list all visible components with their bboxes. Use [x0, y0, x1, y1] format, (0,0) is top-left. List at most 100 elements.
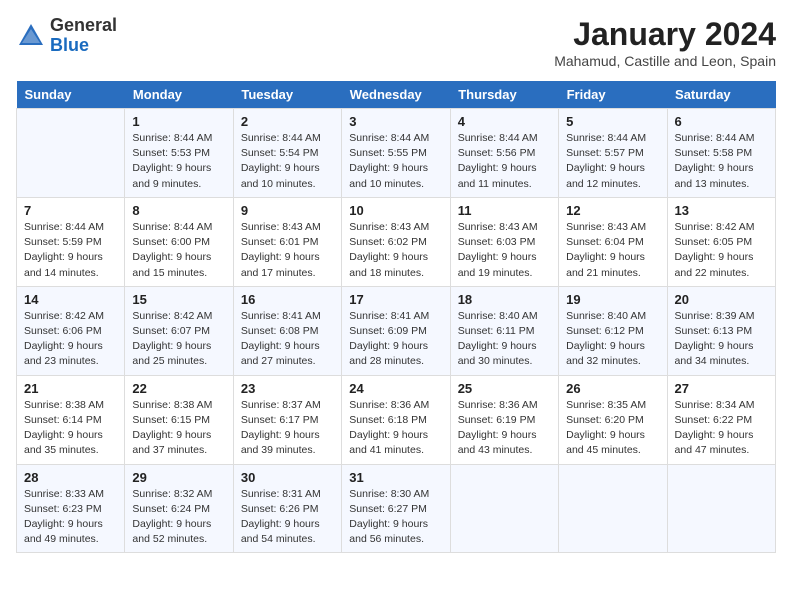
- cell-info: Sunrise: 8:33 AMSunset: 6:23 PMDaylight:…: [24, 488, 104, 546]
- calendar-cell: 7 Sunrise: 8:44 AMSunset: 5:59 PMDaylight…: [17, 197, 125, 286]
- day-number: 20: [675, 292, 768, 307]
- calendar-cell: 24 Sunrise: 8:36 AMSunset: 6:18 PMDayligh…: [342, 375, 450, 464]
- cell-info: Sunrise: 8:44 AMSunset: 5:59 PMDaylight:…: [24, 221, 104, 279]
- cell-info: Sunrise: 8:43 AMSunset: 6:02 PMDaylight:…: [349, 221, 429, 279]
- day-number: 28: [24, 470, 117, 485]
- cell-info: Sunrise: 8:44 AMSunset: 5:54 PMDaylight:…: [241, 132, 321, 190]
- calendar-cell: 1 Sunrise: 8:44 AMSunset: 5:53 PMDaylight…: [125, 109, 233, 198]
- day-number: 18: [458, 292, 551, 307]
- logo-text: General Blue: [50, 16, 117, 56]
- calendar-cell: 14 Sunrise: 8:42 AMSunset: 6:06 PMDayligh…: [17, 286, 125, 375]
- calendar-week-5: 28 Sunrise: 8:33 AMSunset: 6:23 PMDayligh…: [17, 464, 776, 553]
- calendar-cell: 15Sunrise: 8:42 AMSunset: 6:07 PMDayligh…: [125, 286, 233, 375]
- cell-info: Sunrise: 8:36 AMSunset: 6:18 PMDaylight:…: [349, 399, 429, 457]
- day-number: 25: [458, 381, 551, 396]
- calendar-cell: 20Sunrise: 8:39 AMSunset: 6:13 PMDayligh…: [667, 286, 775, 375]
- location: Mahamud, Castille and Leon, Spain: [554, 53, 776, 69]
- calendar-cell: 9Sunrise: 8:43 AMSunset: 6:01 PMDaylight…: [233, 197, 341, 286]
- cell-info: Sunrise: 8:40 AMSunset: 6:11 PMDaylight:…: [458, 310, 538, 368]
- day-number: 5: [566, 114, 659, 129]
- day-number: 13: [675, 203, 768, 218]
- calendar-header-row: SundayMondayTuesdayWednesdayThursdayFrid…: [17, 81, 776, 109]
- cell-info: Sunrise: 8:40 AMSunset: 6:12 PMDaylight:…: [566, 310, 646, 368]
- day-number: 16: [241, 292, 334, 307]
- calendar-cell: 22Sunrise: 8:38 AMSunset: 6:15 PMDayligh…: [125, 375, 233, 464]
- cell-info: Sunrise: 8:43 AMSunset: 6:04 PMDaylight:…: [566, 221, 646, 279]
- logo: General Blue: [16, 16, 117, 56]
- day-number: 23: [241, 381, 334, 396]
- calendar-cell: 31Sunrise: 8:30 AMSunset: 6:27 PMDayligh…: [342, 464, 450, 553]
- calendar-cell: 17Sunrise: 8:41 AMSunset: 6:09 PMDayligh…: [342, 286, 450, 375]
- calendar-cell: [450, 464, 558, 553]
- day-number: 7: [24, 203, 117, 218]
- cell-info: Sunrise: 8:42 AMSunset: 6:06 PMDaylight:…: [24, 310, 104, 368]
- cell-info: Sunrise: 8:31 AMSunset: 6:26 PMDaylight:…: [241, 488, 321, 546]
- day-header-wednesday: Wednesday: [342, 81, 450, 109]
- cell-info: Sunrise: 8:37 AMSunset: 6:17 PMDaylight:…: [241, 399, 321, 457]
- calendar-cell: 3Sunrise: 8:44 AMSunset: 5:55 PMDaylight…: [342, 109, 450, 198]
- cell-info: Sunrise: 8:30 AMSunset: 6:27 PMDaylight:…: [349, 488, 429, 546]
- calendar-cell: 2 Sunrise: 8:44 AMSunset: 5:54 PMDaylight…: [233, 109, 341, 198]
- calendar-week-1: 1 Sunrise: 8:44 AMSunset: 5:53 PMDaylight…: [17, 109, 776, 198]
- cell-info: Sunrise: 8:42 AMSunset: 6:05 PMDaylight:…: [675, 221, 755, 279]
- calendar-cell: 5Sunrise: 8:44 AMSunset: 5:57 PMDaylight…: [559, 109, 667, 198]
- cell-info: Sunrise: 8:34 AMSunset: 6:22 PMDaylight:…: [675, 399, 755, 457]
- day-number: 19: [566, 292, 659, 307]
- day-number: 29: [132, 470, 225, 485]
- calendar-cell: 29 Sunrise: 8:32 AMSunset: 6:24 PMDayligh…: [125, 464, 233, 553]
- calendar-cell: 13 Sunrise: 8:42 AMSunset: 6:05 PMDayligh…: [667, 197, 775, 286]
- day-number: 12: [566, 203, 659, 218]
- day-number: 30: [241, 470, 334, 485]
- calendar-cell: 23 Sunrise: 8:37 AMSunset: 6:17 PMDayligh…: [233, 375, 341, 464]
- calendar-cell: [667, 464, 775, 553]
- cell-info: Sunrise: 8:44 AMSunset: 5:53 PMDaylight:…: [132, 132, 212, 190]
- title-block: January 2024 Mahamud, Castille and Leon,…: [554, 16, 776, 69]
- calendar-cell: 11 Sunrise: 8:43 AMSunset: 6:03 PMDayligh…: [450, 197, 558, 286]
- day-number: 3: [349, 114, 442, 129]
- day-number: 11: [458, 203, 551, 218]
- calendar-cell: 27 Sunrise: 8:34 AMSunset: 6:22 PMDayligh…: [667, 375, 775, 464]
- calendar-cell: 30 Sunrise: 8:31 AMSunset: 6:26 PMDayligh…: [233, 464, 341, 553]
- day-header-thursday: Thursday: [450, 81, 558, 109]
- cell-info: Sunrise: 8:41 AMSunset: 6:08 PMDaylight:…: [241, 310, 321, 368]
- day-number: 1: [132, 114, 225, 129]
- day-number: 2: [241, 114, 334, 129]
- cell-info: Sunrise: 8:43 AMSunset: 6:03 PMDaylight:…: [458, 221, 538, 279]
- day-header-monday: Monday: [125, 81, 233, 109]
- calendar-cell: 21Sunrise: 8:38 AMSunset: 6:14 PMDayligh…: [17, 375, 125, 464]
- page-header: General Blue January 2024 Mahamud, Casti…: [16, 16, 776, 69]
- day-number: 24: [349, 381, 442, 396]
- calendar-cell: 19 Sunrise: 8:40 AMSunset: 6:12 PMDayligh…: [559, 286, 667, 375]
- logo-icon: [16, 21, 46, 51]
- day-number: 4: [458, 114, 551, 129]
- day-header-saturday: Saturday: [667, 81, 775, 109]
- cell-info: Sunrise: 8:32 AMSunset: 6:24 PMDaylight:…: [132, 488, 212, 546]
- cell-info: Sunrise: 8:44 AMSunset: 6:00 PMDaylight:…: [132, 221, 212, 279]
- day-number: 14: [24, 292, 117, 307]
- cell-info: Sunrise: 8:38 AMSunset: 6:14 PMDaylight:…: [24, 399, 104, 457]
- day-number: 22: [132, 381, 225, 396]
- cell-info: Sunrise: 8:43 AMSunset: 6:01 PMDaylight:…: [241, 221, 321, 279]
- day-number: 26: [566, 381, 659, 396]
- day-header-tuesday: Tuesday: [233, 81, 341, 109]
- calendar-week-4: 21Sunrise: 8:38 AMSunset: 6:14 PMDayligh…: [17, 375, 776, 464]
- calendar-cell: [559, 464, 667, 553]
- calendar-cell: 6 Sunrise: 8:44 AMSunset: 5:58 PMDaylight…: [667, 109, 775, 198]
- cell-info: Sunrise: 8:44 AMSunset: 5:56 PMDaylight:…: [458, 132, 538, 190]
- day-number: 15: [132, 292, 225, 307]
- cell-info: Sunrise: 8:41 AMSunset: 6:09 PMDaylight:…: [349, 310, 429, 368]
- calendar-cell: [17, 109, 125, 198]
- calendar-cell: 26Sunrise: 8:35 AMSunset: 6:20 PMDayligh…: [559, 375, 667, 464]
- day-number: 6: [675, 114, 768, 129]
- day-number: 8: [132, 203, 225, 218]
- calendar-table: SundayMondayTuesdayWednesdayThursdayFrid…: [16, 81, 776, 553]
- calendar-cell: 4 Sunrise: 8:44 AMSunset: 5:56 PMDaylight…: [450, 109, 558, 198]
- calendar-cell: 18 Sunrise: 8:40 AMSunset: 6:11 PMDayligh…: [450, 286, 558, 375]
- day-header-sunday: Sunday: [17, 81, 125, 109]
- calendar-cell: 8 Sunrise: 8:44 AMSunset: 6:00 PMDaylight…: [125, 197, 233, 286]
- day-number: 27: [675, 381, 768, 396]
- cell-info: Sunrise: 8:36 AMSunset: 6:19 PMDaylight:…: [458, 399, 538, 457]
- calendar-cell: 28 Sunrise: 8:33 AMSunset: 6:23 PMDayligh…: [17, 464, 125, 553]
- calendar-week-2: 7 Sunrise: 8:44 AMSunset: 5:59 PMDaylight…: [17, 197, 776, 286]
- cell-info: Sunrise: 8:44 AMSunset: 5:58 PMDaylight:…: [675, 132, 755, 190]
